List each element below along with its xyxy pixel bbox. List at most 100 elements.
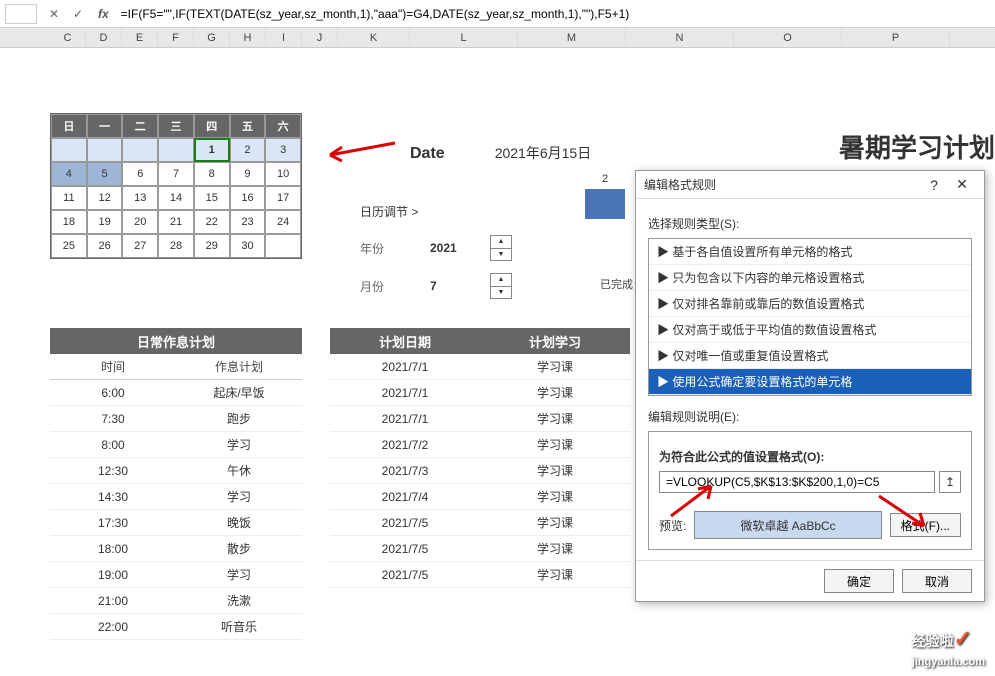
cal-cell[interactable]: 19 bbox=[87, 210, 123, 234]
cal-cell[interactable]: 23 bbox=[230, 210, 266, 234]
dialog-titlebar[interactable]: 编辑格式规则 ? ✕ bbox=[636, 171, 984, 199]
month-spinner[interactable]: ▲▼ bbox=[490, 273, 512, 299]
col-time: 时间 bbox=[50, 354, 176, 379]
year-spinner[interactable]: ▲▼ bbox=[490, 235, 512, 261]
cal-cell[interactable]: 28 bbox=[158, 234, 194, 258]
table-row[interactable]: 12:30午休 bbox=[50, 458, 302, 484]
cal-head: 一 bbox=[87, 114, 123, 138]
cal-cell-selected[interactable]: 1 bbox=[194, 138, 230, 162]
cal-cell[interactable] bbox=[87, 138, 123, 162]
name-box[interactable] bbox=[5, 4, 37, 24]
table-row[interactable]: 2021/7/1学习课 bbox=[330, 354, 630, 380]
table-row[interactable]: 22:00听音乐 bbox=[50, 614, 302, 640]
cal-cell[interactable]: 8 bbox=[194, 162, 230, 186]
cal-cell[interactable]: 10 bbox=[265, 162, 301, 186]
cal-cell[interactable]: 3 bbox=[265, 138, 301, 162]
close-icon[interactable]: ✕ bbox=[948, 176, 976, 193]
table-row[interactable]: 2021/7/5学习课 bbox=[330, 510, 630, 536]
spinner-down-icon[interactable]: ▼ bbox=[491, 249, 511, 261]
col-header[interactable]: I bbox=[266, 28, 302, 47]
cal-cell[interactable]: 7 bbox=[158, 162, 194, 186]
table-row[interactable]: 2021/7/1学习课 bbox=[330, 380, 630, 406]
cal-cell[interactable]: 6 bbox=[122, 162, 158, 186]
table-row[interactable]: 2021/7/3学习课 bbox=[330, 458, 630, 484]
col-header[interactable]: K bbox=[338, 28, 410, 47]
cal-cell[interactable]: 30 bbox=[230, 234, 266, 258]
table-row[interactable]: 7:30跑步 bbox=[50, 406, 302, 432]
cal-cell[interactable]: 12 bbox=[87, 186, 123, 210]
cal-cell[interactable]: 14 bbox=[158, 186, 194, 210]
cal-head: 五 bbox=[230, 114, 266, 138]
cal-cell[interactable]: 4 bbox=[51, 162, 87, 186]
table-row[interactable]: 17:30晚饭 bbox=[50, 510, 302, 536]
cal-cell[interactable]: 25 bbox=[51, 234, 87, 258]
cal-cell[interactable]: 13 bbox=[122, 186, 158, 210]
col-header[interactable]: G bbox=[194, 28, 230, 47]
cal-cell[interactable]: 18 bbox=[51, 210, 87, 234]
cal-cell[interactable]: 17 bbox=[265, 186, 301, 210]
rule-type-item-selected[interactable]: ▶ 使用公式确定要设置格式的单元格 bbox=[649, 369, 971, 395]
cal-cell[interactable]: 29 bbox=[194, 234, 230, 258]
cal-cell[interactable]: 26 bbox=[87, 234, 123, 258]
col-header[interactable]: D bbox=[86, 28, 122, 47]
cal-cell[interactable]: 22 bbox=[194, 210, 230, 234]
table-row[interactable]: 8:00学习 bbox=[50, 432, 302, 458]
cal-cell[interactable]: 27 bbox=[122, 234, 158, 258]
cal-cell[interactable]: 5 bbox=[87, 162, 123, 186]
cal-cell[interactable]: 9 bbox=[230, 162, 266, 186]
fx-label[interactable]: fx bbox=[98, 7, 109, 21]
table-row[interactable]: 2021/7/5学习课 bbox=[330, 562, 630, 588]
col-header[interactable]: N bbox=[626, 28, 734, 47]
col-header[interactable]: C bbox=[50, 28, 86, 47]
cal-cell[interactable] bbox=[51, 138, 87, 162]
cal-head: 六 bbox=[265, 114, 301, 138]
range-select-icon[interactable]: ↥ bbox=[939, 471, 961, 493]
adjust-header: 日历调节 > bbox=[360, 203, 512, 220]
col-header[interactable]: P bbox=[842, 28, 950, 47]
ok-button[interactable]: 确定 bbox=[824, 569, 894, 593]
spinner-up-icon[interactable]: ▲ bbox=[491, 274, 511, 287]
cal-cell[interactable] bbox=[122, 138, 158, 162]
table-row[interactable]: 2021/7/5学习课 bbox=[330, 536, 630, 562]
cal-cell[interactable] bbox=[158, 138, 194, 162]
formula-input[interactable] bbox=[117, 4, 990, 24]
col-header[interactable]: L bbox=[410, 28, 518, 47]
calendar-adjust: 日历调节 > 年份 2021 ▲▼ 月份 7 ▲▼ bbox=[360, 203, 512, 311]
col-header[interactable]: E bbox=[122, 28, 158, 47]
table-row[interactable]: 6:00起床/早饭 bbox=[50, 380, 302, 406]
cal-cell[interactable]: 16 bbox=[230, 186, 266, 210]
rule-type-item[interactable]: ▶ 只为包含以下内容的单元格设置格式 bbox=[649, 265, 971, 291]
table-row[interactable]: 2021/7/1学习课 bbox=[330, 406, 630, 432]
table-row[interactable]: 14:30学习 bbox=[50, 484, 302, 510]
schedule-table: 日常作息计划 时间 作息计划 6:00起床/早饭 7:30跑步 8:00学习 1… bbox=[50, 328, 302, 640]
cal-cell[interactable]: 20 bbox=[122, 210, 158, 234]
accept-formula-icon[interactable]: ✓ bbox=[68, 4, 88, 24]
rule-type-item[interactable]: ▶ 基于各自值设置所有单元格的格式 bbox=[649, 239, 971, 265]
col-header[interactable]: O bbox=[734, 28, 842, 47]
table-row[interactable]: 2021/7/2学习课 bbox=[330, 432, 630, 458]
help-icon[interactable]: ? bbox=[920, 177, 948, 193]
bar bbox=[585, 189, 625, 219]
rule-type-item[interactable]: ▶ 仅对唯一值或重复值设置格式 bbox=[649, 343, 971, 369]
cal-cell[interactable]: 2 bbox=[230, 138, 266, 162]
col-header[interactable]: M bbox=[518, 28, 626, 47]
cal-cell[interactable] bbox=[265, 234, 301, 258]
cal-cell[interactable]: 24 bbox=[265, 210, 301, 234]
col-header[interactable]: J bbox=[302, 28, 338, 47]
cal-cell[interactable]: 11 bbox=[51, 186, 87, 210]
cancel-button[interactable]: 取消 bbox=[902, 569, 972, 593]
col-header[interactable]: F bbox=[158, 28, 194, 47]
rule-type-item[interactable]: ▶ 仅对高于或低于平均值的数值设置格式 bbox=[649, 317, 971, 343]
table-row[interactable]: 2021/7/4学习课 bbox=[330, 484, 630, 510]
rule-type-item[interactable]: ▶ 仅对排名靠前或靠后的数值设置格式 bbox=[649, 291, 971, 317]
col-header[interactable]: H bbox=[230, 28, 266, 47]
rule-type-list: ▶ 基于各自值设置所有单元格的格式 ▶ 只为包含以下内容的单元格设置格式 ▶ 仅… bbox=[648, 238, 972, 396]
table-row[interactable]: 19:00学习 bbox=[50, 562, 302, 588]
cal-cell[interactable]: 21 bbox=[158, 210, 194, 234]
spinner-up-icon[interactable]: ▲ bbox=[491, 236, 511, 249]
cal-cell[interactable]: 15 bbox=[194, 186, 230, 210]
table-row[interactable]: 21:00洗漱 bbox=[50, 588, 302, 614]
spinner-down-icon[interactable]: ▼ bbox=[491, 287, 511, 299]
table-row[interactable]: 18:00散步 bbox=[50, 536, 302, 562]
cancel-formula-icon[interactable]: ✕ bbox=[44, 4, 64, 24]
